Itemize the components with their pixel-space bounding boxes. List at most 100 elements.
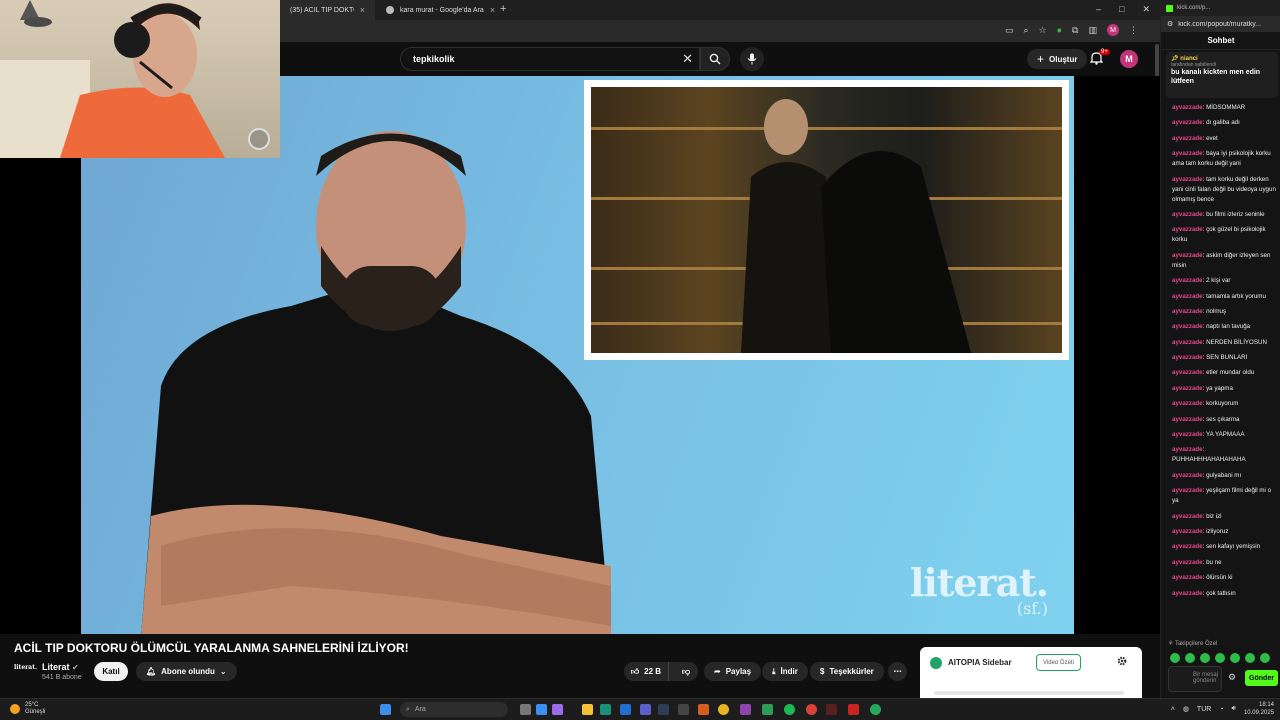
account-avatar[interactable]: M	[1120, 50, 1138, 68]
chat-username[interactable]: ayvazzade	[1172, 176, 1203, 183]
profile-avatar[interactable]: M	[1107, 24, 1119, 36]
edge-icon[interactable]	[600, 704, 611, 715]
chat-username[interactable]: ayvazzade	[1172, 543, 1203, 550]
emote-icon[interactable]	[1245, 653, 1255, 663]
chat-username[interactable]: ayvazzade	[1172, 416, 1203, 423]
tab-close-icon[interactable]: ×	[490, 5, 495, 15]
app-icon[interactable]	[762, 704, 773, 715]
windows-start-icon[interactable]	[380, 704, 391, 715]
emote-icon[interactable]	[1170, 653, 1180, 663]
new-tab-button[interactable]: +	[500, 3, 506, 15]
language-indicator[interactable]: TUR	[1197, 706, 1211, 713]
chat-settings-gear-icon[interactable]: ⚙	[1228, 672, 1236, 683]
minimize-button[interactable]: –	[1096, 4, 1101, 15]
chat-username[interactable]: ayvazzade	[1172, 385, 1203, 392]
sidebar-icon[interactable]: ▥	[1088, 25, 1097, 36]
subscribed-button[interactable]: 🔔︎ Abone olundu ⌄	[136, 662, 237, 681]
weather-widget[interactable]: 25°C Güneşli	[10, 702, 45, 716]
cast-icon[interactable]: ▭	[1005, 25, 1014, 36]
outlook-icon[interactable]	[620, 704, 631, 715]
video-player[interactable]: literat. (sf.)	[0, 76, 1160, 634]
chat-username[interactable]: ayvazzade	[1172, 339, 1203, 346]
send-button[interactable]: Gönder	[1245, 670, 1278, 686]
steam-icon[interactable]	[658, 704, 669, 715]
widgets-icon[interactable]	[552, 704, 563, 715]
extension-icon[interactable]: ●	[1057, 25, 1062, 35]
chat-username[interactable]: ayvazzade	[1172, 528, 1203, 535]
more-actions-button[interactable]: ⋯	[888, 662, 907, 681]
chrome-icon[interactable]	[870, 704, 881, 715]
extensions-puzzle-icon[interactable]: ⧉	[1072, 25, 1078, 36]
chat-username[interactable]: ayvazzade	[1172, 487, 1203, 494]
chat-username[interactable]: ayvazzade	[1172, 559, 1203, 566]
download-button[interactable]: ⤓ İndir	[762, 662, 808, 681]
emote-icon[interactable]	[1260, 653, 1270, 663]
wifi-icon[interactable]: ◔	[1219, 706, 1223, 713]
gear-icon[interactable]	[1117, 656, 1127, 666]
app-icon[interactable]	[698, 704, 709, 715]
copilot-icon[interactable]	[536, 704, 547, 715]
chat-username[interactable]: ayvazzade	[1172, 211, 1203, 218]
tab-google-search[interactable]: kara murat - Google'da Ara ×	[376, 0, 496, 20]
app-icon[interactable]	[826, 704, 837, 715]
chat-username[interactable]: ayvazzade	[1172, 446, 1203, 453]
bookmark-star-icon[interactable]: ☆	[1039, 25, 1047, 36]
chat-username[interactable]: ayvazzade	[1172, 104, 1203, 111]
tab-video[interactable]: (35) ACİL TIP DOKTORU Ö ×	[280, 0, 375, 20]
chat-username[interactable]: ayvazzade	[1172, 354, 1203, 361]
channel-name[interactable]: Literat ✔	[42, 662, 79, 672]
channel-logo[interactable]: literat.	[14, 664, 37, 678]
teams-icon[interactable]	[640, 704, 651, 715]
chat-username[interactable]: ayvazzade	[1172, 590, 1203, 597]
chat-username[interactable]: ayvazzade	[1172, 400, 1203, 407]
chat-username[interactable]: ayvazzade	[1172, 252, 1203, 259]
like-button[interactable]: 👍︎ 22 B	[624, 662, 669, 681]
file-explorer-icon[interactable]	[582, 704, 593, 715]
chat-username[interactable]: ayvazzade	[1172, 513, 1203, 520]
chat-username[interactable]: ayvazzade	[1172, 369, 1203, 376]
dislike-button[interactable]: 👎︎	[674, 667, 698, 677]
task-view-icon[interactable]	[520, 704, 531, 715]
close-window-button[interactable]: ✕	[1142, 4, 1150, 15]
maximize-button[interactable]: □	[1119, 4, 1124, 15]
create-button[interactable]: + Oluştur	[1027, 49, 1088, 69]
search-input[interactable]	[413, 54, 663, 64]
kick-address-bar[interactable]: ⚙︎ kick.com/popout/muratky...	[1161, 16, 1280, 32]
thanks-button[interactable]: $ Teşekkürler	[810, 662, 884, 681]
video-summary-button[interactable]: Video Özeti	[1036, 654, 1081, 671]
tray-chevron-icon[interactable]: ˄	[1171, 706, 1175, 713]
app-icon[interactable]	[848, 704, 859, 715]
chat-username[interactable]: ayvazzade	[1172, 472, 1203, 479]
voice-search-button[interactable]	[740, 47, 764, 71]
chat-username[interactable]: ayvazzade	[1172, 431, 1203, 438]
browser-menu-icon[interactable]: ⋮	[1129, 25, 1138, 36]
app-icon[interactable]	[678, 704, 689, 715]
chat-username[interactable]: ayvazzade	[1172, 119, 1203, 126]
kick-tab[interactable]: kick.com/p...	[1161, 0, 1280, 16]
chat-username[interactable]: ayvazzade	[1172, 150, 1203, 157]
chat-username[interactable]: ayvazzade	[1172, 277, 1203, 284]
chat-username[interactable]: ayvazzade	[1172, 574, 1203, 581]
chat-username[interactable]: ayvazzade	[1172, 323, 1203, 330]
emote-icon[interactable]	[1200, 653, 1210, 663]
share-button[interactable]: ➦ Paylaş	[704, 662, 762, 681]
chat-username[interactable]: ayvazzade	[1172, 308, 1203, 315]
chrome-icon[interactable]	[718, 704, 729, 715]
app-icon[interactable]	[740, 704, 751, 715]
zoom-icon[interactable]: ⌕	[1023, 25, 1028, 36]
chat-username[interactable]: ayvazzade	[1172, 293, 1203, 300]
network-icon[interactable]: ◍	[1183, 705, 1189, 713]
search-button[interactable]	[700, 47, 730, 71]
tab-close-icon[interactable]: ×	[360, 5, 365, 15]
chrome-icon[interactable]	[806, 704, 817, 715]
spotify-icon[interactable]	[784, 704, 795, 715]
clock[interactable]: 18:14 10.09.2025	[1244, 701, 1274, 717]
volume-icon[interactable]: 🔊︎	[1232, 705, 1236, 713]
clear-search-icon[interactable]: ✕	[682, 51, 693, 67]
chat-username[interactable]: ayvazzade	[1172, 135, 1203, 142]
join-button[interactable]: Katıl	[94, 662, 128, 681]
chat-message-input[interactable]: Bir mesaj gönderin	[1168, 666, 1222, 692]
emote-icon[interactable]	[1185, 653, 1195, 663]
taskbar-search[interactable]: ⌕ Ara	[400, 702, 508, 717]
emote-icon[interactable]	[1230, 653, 1240, 663]
